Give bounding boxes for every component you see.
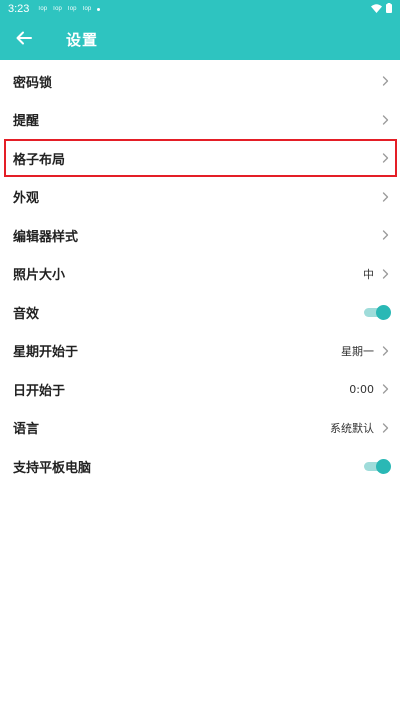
chevron-right-icon [380, 269, 390, 279]
setting-row[interactable]: 外观 [0, 178, 400, 217]
page-title: 设置 [66, 30, 99, 49]
toggle-switch[interactable] [364, 459, 391, 475]
setting-label: 密码锁 [13, 75, 53, 91]
setting-row[interactable]: 提醒 [0, 101, 400, 140]
setting-value: 中 [363, 267, 374, 281]
chevron-right-icon [380, 346, 390, 356]
chevron-right-icon [380, 153, 390, 163]
settings-list: 密码锁提醒格子布局外观编辑器样式照片大小 中音效星期开始于 星期一日开始于 0:00 语… [0, 62, 400, 486]
app-bar: 设置 [0, 18, 400, 60]
notification-dot-icon [97, 7, 101, 11]
chevron-right-icon [380, 384, 390, 394]
setting-value: 0:00 [349, 382, 374, 396]
setting-row[interactable]: 星期开始于 星期一 [0, 332, 400, 371]
notification-label: Top [37, 6, 48, 12]
notification-label: Top [81, 6, 92, 12]
status-bar: 3:23 Top Top Top Top [0, 0, 400, 18]
notification-label: Top [66, 6, 77, 12]
setting-label: 编辑器样式 [13, 229, 79, 245]
chevron-right-icon [380, 115, 390, 125]
setting-row[interactable]: 日开始于 0:00 [0, 370, 400, 409]
setting-label: 提醒 [13, 114, 40, 130]
setting-label: 音效 [13, 306, 40, 322]
toggle-thumb [376, 305, 391, 321]
notification-label: Top [52, 6, 62, 12]
setting-label: 星期开始于 [13, 345, 79, 361]
setting-label: 格子布局 [13, 152, 66, 168]
settings-screen: 3:23 Top Top Top Top 设置 密码锁提醒格子布局外观编辑器样式… [0, 0, 400, 710]
toggle-switch[interactable] [364, 305, 391, 321]
setting-label: 照片大小 [13, 268, 66, 284]
chevron-right-icon [380, 76, 390, 86]
setting-row[interactable]: 支持平板电脑 [0, 447, 400, 486]
setting-value: 系统默认 [330, 421, 374, 435]
wifi-icon [371, 3, 382, 16]
chevron-right-icon [380, 423, 390, 433]
setting-value: 星期一 [341, 344, 374, 358]
status-time: 3:23 [8, 3, 30, 15]
setting-row[interactable]: 格子布局 [0, 139, 400, 178]
battery-icon [386, 2, 392, 16]
status-icons [371, 2, 392, 16]
setting-row[interactable]: 音效 [0, 293, 400, 332]
arrow-left-icon [16, 30, 32, 49]
chevron-right-icon [380, 230, 390, 240]
setting-row[interactable]: 照片大小 中 [0, 255, 400, 294]
chevron-right-icon [380, 192, 390, 202]
setting-label: 语言 [13, 422, 40, 438]
setting-row[interactable]: 密码锁 [0, 62, 400, 101]
back-button[interactable] [12, 27, 36, 51]
setting-label: 外观 [13, 191, 40, 207]
toggle-thumb [376, 459, 391, 475]
setting-row[interactable]: 语言 系统默认 [0, 409, 400, 448]
setting-row[interactable]: 编辑器样式 [0, 216, 400, 255]
setting-label: 日开始于 [13, 383, 66, 399]
setting-label: 支持平板电脑 [13, 460, 92, 476]
